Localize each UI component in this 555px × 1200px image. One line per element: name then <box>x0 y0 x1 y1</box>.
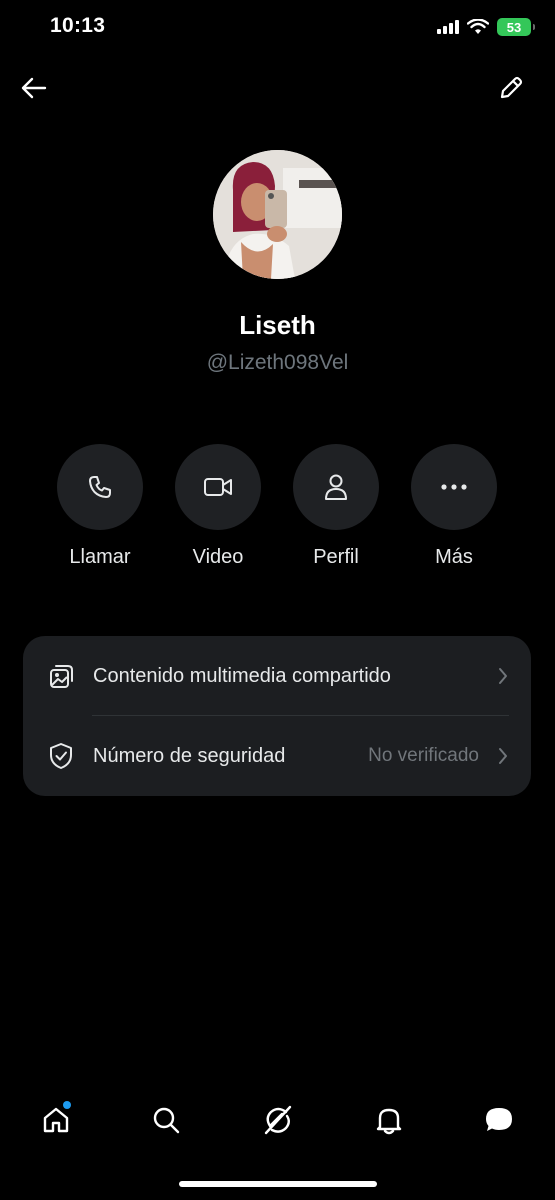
search-icon <box>153 1107 180 1134</box>
video-label: Video <box>192 546 244 568</box>
notification-dot <box>63 1101 71 1109</box>
more-label: Más <box>435 546 473 568</box>
more-action[interactable]: Más <box>399 444 509 569</box>
avatar-photo <box>213 150 342 279</box>
profile-name: Liseth <box>239 310 316 340</box>
nav-grok[interactable] <box>250 1090 306 1150</box>
safety-number-label: Número de seguridad <box>93 744 286 767</box>
call-action[interactable]: Llamar <box>45 444 155 569</box>
back-button[interactable] <box>16 70 52 106</box>
shield-check-icon <box>45 740 77 772</box>
battery-level: 53 <box>506 19 522 35</box>
bottom-nav <box>0 1090 555 1150</box>
profile-button[interactable] <box>293 444 379 530</box>
edit-button[interactable] <box>493 70 529 106</box>
video-action[interactable]: Video <box>163 444 273 569</box>
chevron-right-icon <box>493 667 513 685</box>
video-icon <box>204 478 232 496</box>
status-time: 10:13 <box>50 14 106 37</box>
call-label: Llamar <box>69 546 131 568</box>
nav-home[interactable] <box>28 1090 84 1150</box>
avatar[interactable] <box>213 150 342 279</box>
more-icon <box>441 484 467 490</box>
home-icon <box>43 1107 69 1133</box>
messages-icon <box>486 1108 512 1131</box>
nav-messages[interactable] <box>471 1090 527 1150</box>
verification-status: No verificado <box>368 745 479 766</box>
shared-media-label: Contenido multimedia compartido <box>93 664 391 687</box>
call-button[interactable] <box>57 444 143 530</box>
signal-icon <box>437 20 459 34</box>
arrow-left-icon <box>21 77 47 99</box>
nav-notifications[interactable] <box>361 1090 417 1150</box>
more-button[interactable] <box>411 444 497 530</box>
nav-search[interactable] <box>138 1090 194 1150</box>
shared-media-row[interactable]: Contenido multimedia compartido <box>23 636 531 716</box>
chevron-right-icon <box>493 747 513 765</box>
bell-icon <box>376 1108 402 1135</box>
home-indicator <box>179 1181 377 1187</box>
media-icon <box>45 660 77 692</box>
profile-label: Perfil <box>313 546 359 568</box>
status-icons: 53 <box>437 18 535 36</box>
video-button[interactable] <box>175 444 261 530</box>
wifi-icon <box>467 19 489 34</box>
phone-icon <box>89 476 111 498</box>
profile-handle: @Lizeth098Vel <box>206 351 349 374</box>
grok-icon <box>264 1105 292 1135</box>
pencil-icon <box>500 76 523 99</box>
safety-number-row[interactable]: Número de seguridad No verificado <box>23 716 531 796</box>
profile-action[interactable]: Perfil <box>281 444 391 569</box>
settings-card: Contenido multimedia compartido Número d… <box>23 636 531 796</box>
battery-indicator: 53 <box>497 18 535 36</box>
person-icon <box>325 474 347 500</box>
